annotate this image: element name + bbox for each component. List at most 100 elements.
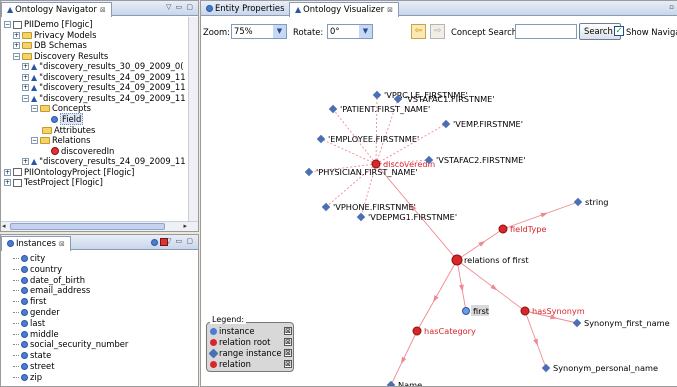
graph-node-string[interactable]: string	[573, 197, 609, 207]
tree-item[interactable]: Attributes	[31, 125, 95, 136]
graph-node-vphone[interactable]: 'VPHONE.FIRSTNME'	[321, 202, 416, 212]
instance-list-item[interactable]: last	[13, 318, 45, 329]
tab-ontology-navigator[interactable]: ▲ Ontology Navigator ⊠	[1, 2, 112, 17]
tree-item[interactable]: + PIIOntologyProject [Flogic]	[4, 167, 134, 178]
tree-item[interactable]: Field	[40, 112, 84, 125]
tree-item[interactable]: + ▲ "discovery_results_24_09_2009_11	[22, 156, 186, 167]
collapse-icon[interactable]: −	[13, 52, 20, 60]
instance-list-item[interactable]: street	[13, 361, 55, 372]
tree-item[interactable]: − Relations	[31, 135, 90, 146]
tree-item[interactable]: − Discovery Results	[13, 51, 108, 62]
tab-ontology-visualizer[interactable]: ▲ Ontology Visualizer ⊠	[289, 2, 400, 17]
graph-node-vdepmg1[interactable]: 'VDEPMG1.FIRSTNME'	[356, 212, 457, 222]
view-menu-controls[interactable]: ▽ ▭ ▢	[166, 3, 194, 11]
tree-item[interactable]: − ▲ "discovery_results_24_09_2009_11	[22, 93, 186, 104]
graph-node-physician[interactable]: 'PHYSICIAN.FIRST_NAME'	[304, 167, 418, 177]
expand-icon[interactable]: +	[22, 63, 29, 71]
graph-edge	[416, 259, 458, 332]
expand-icon[interactable]: +	[22, 158, 29, 166]
expand-icon[interactable]: +	[4, 168, 11, 176]
tab-entity-properties[interactable]: Entity Properties	[201, 2, 289, 16]
graph-node-patient[interactable]: 'PATIENT.FIRST_NAME'	[328, 104, 431, 114]
tree-item[interactable]: + ▲ "discovery_results_24_09_2009_11	[22, 72, 186, 83]
expand-icon[interactable]: +	[22, 73, 29, 81]
expand-icon[interactable]: +	[13, 42, 20, 50]
tree-item[interactable]: + TestProject [Flogic]	[4, 177, 103, 188]
forward-button[interactable]: ⇨	[430, 24, 445, 39]
graph-node-synfirst[interactable]: Synonym_first_name	[572, 318, 670, 328]
expand-icon[interactable]: +	[22, 84, 29, 92]
instance-list-item[interactable]: state	[13, 350, 51, 361]
graph-node-fieldtype[interactable]: fieldType	[498, 224, 546, 234]
editor-tabbar: Entity Properties ▲ Ontology Visualizer ⊠ …	[201, 1, 677, 17]
graph-node-label: 'VSTAFAC2.FIRSTNME'	[436, 155, 526, 165]
scroll-right-icon[interactable]: ▸	[183, 222, 187, 230]
tree-item-label: "discovery_results_24_09_2009_11	[39, 71, 186, 82]
tree-item[interactable]: + ▲ "discovery_results_30_09_2009_0(	[22, 61, 183, 72]
graph-node-vstafac1[interactable]: 'VSTAFAC1.FIRSTNME'	[393, 94, 495, 104]
instance-list-item[interactable]: city	[13, 253, 45, 264]
tree-item[interactable]: discoveredIn	[40, 146, 114, 157]
range-instance-icon	[372, 90, 382, 100]
legend-toggle-checkbox[interactable]: ⊠	[284, 360, 292, 368]
instance-icon	[21, 276, 28, 284]
rotate-select[interactable]: 0° ▼	[327, 24, 373, 39]
instance-label: social_security_number	[30, 339, 129, 350]
close-icon[interactable]: ⊠	[59, 240, 65, 248]
instances-view: Instances ⊠ ▽ ▭ ▢ city country date_of_birt…	[0, 234, 199, 387]
view-menu-controls[interactable]: ▽ ▭ ▢	[166, 237, 194, 245]
back-button[interactable]: ⇦	[411, 24, 426, 39]
graph-node-vstafac2[interactable]: 'VSTAFAC2.FIRSTNME'	[424, 155, 526, 165]
close-icon[interactable]: ⊠	[100, 6, 106, 14]
close-icon[interactable]: ⊠	[387, 6, 393, 14]
tree-item-label: "discovery_results_30_09_2009_0(	[39, 61, 184, 72]
rotate-value: 0°	[330, 26, 340, 36]
ontology-graph-canvas[interactable]: 'VPRC.LE_FIRSTNME' 'VSTAFAC1.FIRSTNME' 'PA…	[201, 47, 677, 386]
collapse-icon[interactable]: −	[22, 94, 29, 102]
tree-item[interactable]: + DB Schemas	[13, 40, 87, 51]
instance-list-item[interactable]: social_security_number	[13, 339, 128, 350]
graph-node-label: hasCategory	[424, 326, 476, 336]
scroll-left-icon[interactable]: ◂	[2, 222, 6, 230]
instance-list-item[interactable]: first	[13, 296, 46, 307]
graph-node-label: hasSynonym	[532, 306, 585, 316]
expand-icon[interactable]: +	[13, 31, 20, 39]
legend-toggle-checkbox[interactable]: ⊠	[284, 338, 292, 346]
tree-item[interactable]: + ▲ "discovery_results_24_09_2009_11	[22, 82, 186, 93]
navigator-vertical-scrollbar[interactable]	[188, 17, 198, 221]
graph-node-name[interactable]: Name	[386, 380, 422, 387]
instance-list-item[interactable]: zip	[13, 372, 42, 383]
view-menu-icon[interactable]: ▫	[669, 3, 674, 11]
graph-node-hascategory[interactable]: hasCategory	[412, 326, 476, 336]
expand-icon[interactable]: +	[4, 179, 11, 187]
graph-node-hassynonym[interactable]: hasSynonym	[520, 306, 585, 316]
graph-node-first[interactable]: first	[462, 305, 490, 316]
scrollbar-thumb[interactable]	[10, 223, 165, 230]
instance-list-item[interactable]: middle	[13, 329, 59, 340]
instance-list-item[interactable]: email_address	[13, 285, 90, 296]
graph-node-relfirst[interactable]: relations of first	[451, 254, 529, 266]
legend-toggle-checkbox[interactable]: ⊠	[284, 327, 292, 335]
chevron-down-icon[interactable]: ▼	[359, 25, 372, 38]
tree-item[interactable]: − PIIDemo [Flogic]	[4, 19, 93, 30]
tab-instances[interactable]: Instances ⊠	[1, 236, 71, 251]
collapse-icon[interactable]: −	[4, 21, 11, 28]
graph-node-employee[interactable]: 'EMPLOYEE.FIRSTNME'	[316, 134, 420, 144]
tree-item[interactable]: + Privacy Models	[13, 30, 97, 41]
graph-node-vemp[interactable]: 'VEMP.FIRSTNME'	[441, 119, 523, 129]
instance-list-item[interactable]: country	[13, 264, 62, 275]
legend-toggle-checkbox[interactable]: ⊠	[284, 349, 292, 357]
concept-search-input[interactable]	[515, 24, 577, 39]
navigator-horizontal-scrollbar[interactable]: ◂ ▸	[1, 221, 198, 231]
ontology-navigator-view: ▲ Ontology Navigator ⊠ ▽ ▭ ▢ − PIIDemo [Flo…	[0, 0, 199, 232]
collapse-icon[interactable]: −	[31, 137, 38, 145]
add-instance-icon[interactable]	[151, 239, 158, 246]
instance-list-item[interactable]: gender	[13, 307, 60, 318]
edge-arrow-icon	[533, 338, 538, 347]
collapse-icon[interactable]: −	[31, 105, 38, 113]
graph-node-synpersonal[interactable]: Synonym_personal_name	[541, 363, 658, 373]
show-navigation-checkbox[interactable]: ✓	[614, 26, 624, 36]
instance-list-item[interactable]: date_of_birth	[13, 275, 85, 286]
zoom-select[interactable]: 75% ▼	[231, 24, 287, 39]
chevron-down-icon[interactable]: ▼	[273, 25, 286, 38]
